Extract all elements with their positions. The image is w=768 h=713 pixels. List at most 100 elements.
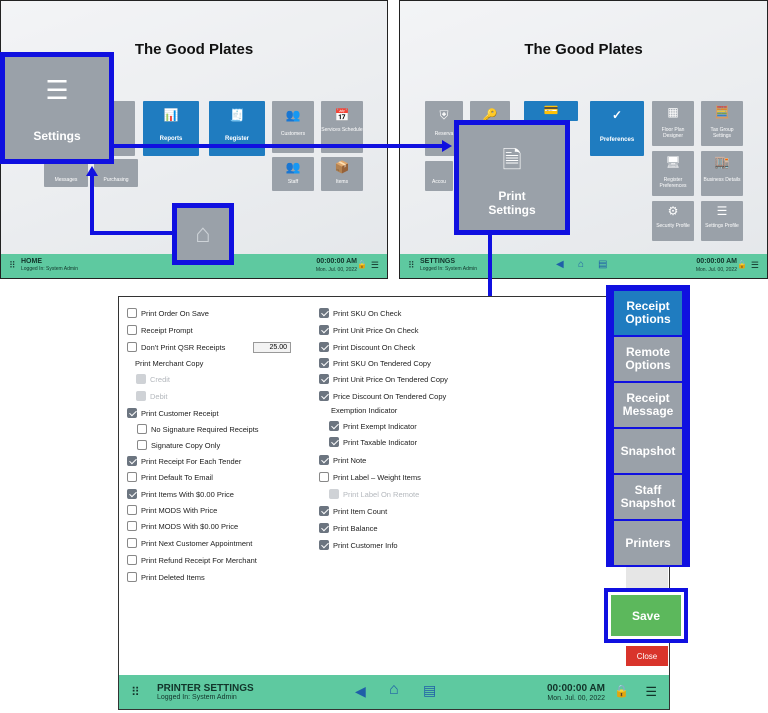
option-checkbox[interactable] bbox=[319, 472, 329, 483]
tile-register-preferences[interactable]: 🖥 Register Preferences bbox=[652, 151, 694, 196]
settings-callout[interactable]: ☰ Settings bbox=[0, 52, 114, 164]
tile-settings-profile[interactable]: ☰ Settings Profile bbox=[701, 201, 743, 241]
option-row[interactable]: Credit bbox=[136, 373, 170, 386]
tile-security-profile[interactable]: ⚙ Security Profile bbox=[652, 201, 694, 241]
option-row[interactable]: Print Order On Save bbox=[127, 307, 209, 320]
option-checkbox[interactable] bbox=[127, 538, 137, 549]
side-button[interactable]: Remote Options bbox=[614, 337, 682, 381]
option-row[interactable]: Signature Copy Only bbox=[137, 439, 220, 452]
hamburger-icon[interactable]: ☰ bbox=[645, 684, 657, 700]
option-row[interactable]: Receipt Prompt bbox=[127, 324, 193, 337]
option-checkbox[interactable] bbox=[319, 342, 329, 353]
option-label: Print Balance bbox=[333, 524, 378, 533]
option-row[interactable]: Print Item Count bbox=[319, 505, 387, 518]
lock-icon[interactable]: 🔒 bbox=[737, 260, 747, 269]
option-row[interactable]: Print Label – Weight Items bbox=[319, 471, 421, 484]
option-checkbox[interactable] bbox=[319, 308, 329, 319]
option-row[interactable]: Print Deleted Items bbox=[127, 571, 205, 584]
close-button[interactable]: Close bbox=[626, 646, 668, 666]
option-checkbox[interactable] bbox=[137, 424, 147, 435]
side-button[interactable]: Printers bbox=[614, 521, 682, 565]
option-row[interactable]: Print Unit Price On Tendered Copy bbox=[319, 373, 448, 386]
people-icon: 👥 bbox=[285, 108, 301, 122]
grid-menu-icon[interactable]: ⠿ bbox=[131, 685, 140, 699]
tile-payment[interactable]: 💳 bbox=[524, 101, 578, 121]
register-icon[interactable]: ▤ bbox=[598, 259, 607, 270]
home-callout[interactable]: ⌂ bbox=[172, 203, 234, 265]
lock-icon[interactable]: 🔒 bbox=[357, 260, 367, 269]
option-row[interactable]: Debit bbox=[136, 390, 168, 403]
option-checkbox[interactable] bbox=[127, 472, 137, 483]
qsr-threshold-input[interactable]: 25.00 bbox=[253, 342, 291, 353]
tile-preferences[interactable]: ✓ Preferences bbox=[590, 101, 644, 156]
option-checkbox[interactable] bbox=[127, 456, 137, 467]
option-checkbox[interactable] bbox=[319, 455, 329, 466]
option-row[interactable]: Don't Print QSR Receipts bbox=[127, 341, 225, 354]
option-row[interactable]: Price Discount On Tendered Copy bbox=[319, 390, 446, 403]
option-row[interactable]: Print Customer Receipt bbox=[127, 407, 219, 420]
side-button[interactable]: Receipt Message bbox=[614, 383, 682, 427]
option-checkbox[interactable] bbox=[319, 540, 329, 551]
option-checkbox[interactable] bbox=[329, 421, 339, 432]
option-row[interactable]: Print Items With $0.00 Price bbox=[127, 488, 234, 501]
option-checkbox[interactable] bbox=[319, 506, 329, 517]
grid-menu-icon[interactable]: ⠿ bbox=[408, 260, 415, 271]
option-checkbox[interactable] bbox=[319, 391, 329, 402]
option-checkbox[interactable] bbox=[127, 489, 137, 500]
save-button[interactable]: Save bbox=[611, 595, 681, 636]
tile-business-details[interactable]: 🏬 Business Details bbox=[701, 151, 743, 196]
option-checkbox[interactable] bbox=[319, 523, 329, 534]
home-icon[interactable]: ⌂ bbox=[389, 681, 399, 699]
option-checkbox[interactable] bbox=[137, 440, 147, 451]
option-row[interactable]: Print SKU On Check bbox=[319, 307, 401, 320]
back-icon[interactable]: ◀ bbox=[556, 259, 564, 270]
print-settings-callout[interactable]: 🗎 Print Settings bbox=[454, 120, 570, 235]
tile-items[interactable]: 📦 Items bbox=[321, 157, 363, 191]
option-checkbox[interactable] bbox=[127, 505, 137, 516]
back-icon[interactable]: ◀ bbox=[355, 683, 366, 700]
lock-icon[interactable]: 🔒 bbox=[614, 684, 629, 698]
tile-tax-group[interactable]: 🧮 Tax Group Settings bbox=[701, 101, 743, 146]
option-row[interactable]: Print Taxable Indicator bbox=[329, 436, 417, 449]
option-row[interactable]: Print Note bbox=[319, 454, 366, 467]
option-row[interactable]: Print MODS With Price bbox=[127, 504, 217, 517]
tile-floor-plan[interactable]: ▦ Floor Plan Designer bbox=[652, 101, 694, 146]
side-button-line2: Snapshot bbox=[620, 496, 676, 510]
footer-user: Logged In: System Admin bbox=[420, 266, 477, 272]
option-checkbox[interactable] bbox=[319, 325, 329, 336]
option-row[interactable]: Print Customer Info bbox=[319, 539, 398, 552]
option-checkbox[interactable] bbox=[127, 325, 137, 336]
option-checkbox[interactable] bbox=[127, 521, 137, 532]
option-row[interactable]: No Signature Required Receipts bbox=[137, 423, 259, 436]
option-checkbox[interactable] bbox=[319, 358, 329, 369]
option-row[interactable]: Print MODS With $0.00 Price bbox=[127, 520, 238, 533]
home-icon[interactable]: ⌂ bbox=[578, 259, 584, 270]
option-checkbox[interactable] bbox=[127, 572, 137, 583]
option-row[interactable]: Print Default To Email bbox=[127, 471, 213, 484]
option-row[interactable]: Print SKU On Tendered Copy bbox=[319, 357, 431, 370]
option-checkbox[interactable] bbox=[127, 308, 137, 319]
option-checkbox[interactable] bbox=[329, 437, 339, 448]
option-checkbox[interactable] bbox=[319, 374, 329, 385]
side-button[interactable]: Receipt Options bbox=[614, 291, 682, 335]
option-row[interactable]: Print Label On Remote bbox=[329, 488, 419, 501]
option-row[interactable]: Print Balance bbox=[319, 522, 378, 535]
option-row[interactable]: Print Next Customer Appointment bbox=[127, 537, 252, 550]
tile-accou[interactable]: Accou bbox=[425, 161, 453, 191]
side-button[interactable]: Staff Snapshot bbox=[614, 475, 682, 519]
side-button[interactable]: Snapshot bbox=[614, 429, 682, 473]
option-row[interactable]: Print Unit Price On Check bbox=[319, 324, 418, 337]
option-checkbox[interactable] bbox=[127, 342, 137, 353]
option-row[interactable]: Print Receipt For Each Tender bbox=[127, 455, 241, 468]
hamburger-icon[interactable]: ☰ bbox=[751, 260, 759, 271]
option-checkbox[interactable] bbox=[127, 555, 137, 566]
hamburger-icon[interactable]: ☰ bbox=[371, 260, 379, 271]
tile-staff[interactable]: 👥 Staff bbox=[272, 157, 314, 191]
footer-date: Mon. Jul. 00, 2022 bbox=[695, 267, 737, 273]
option-row[interactable]: Print Exempt Indicator bbox=[329, 420, 417, 433]
grid-menu-icon[interactable]: ⠿ bbox=[9, 260, 16, 271]
option-row[interactable]: Print Discount On Check bbox=[319, 341, 415, 354]
option-checkbox[interactable] bbox=[127, 408, 137, 419]
register-icon[interactable]: ▤ bbox=[423, 682, 436, 699]
option-row[interactable]: Print Refund Receipt For Merchant bbox=[127, 554, 257, 567]
